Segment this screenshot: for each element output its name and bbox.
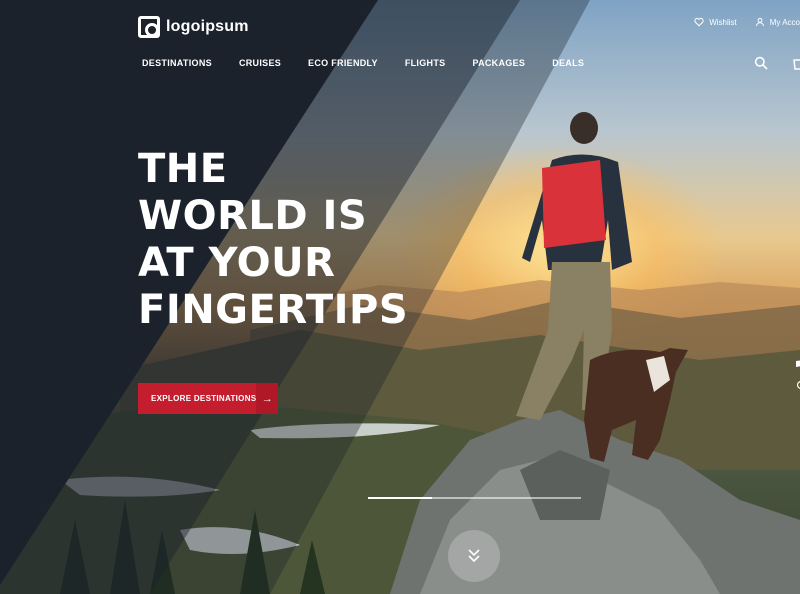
- main-nav: DESTINATIONS CRUISES ECO FRIENDLY FLIGHT…: [142, 58, 611, 68]
- cart-icon: [793, 59, 800, 70]
- double-chevron-down-icon: [468, 549, 480, 563]
- hero-headline: THE WORLD IS AT YOUR FINGERTIPS: [138, 146, 408, 334]
- heart-icon: [694, 17, 704, 27]
- headline-line: WORLD IS: [138, 193, 368, 239]
- wishlist-link[interactable]: Wishlist: [694, 17, 737, 27]
- nav-item-flights[interactable]: FLIGHTS: [405, 58, 446, 68]
- wishlist-label: Wishlist: [709, 17, 737, 27]
- headline-line: FINGERTIPS: [138, 287, 409, 333]
- logo-mark-icon: [138, 16, 160, 38]
- top-links: Wishlist My Acco: [694, 17, 800, 27]
- slider-progress[interactable]: [368, 497, 581, 499]
- headline-line: AT YOUR: [138, 240, 336, 286]
- twitter-icon[interactable]: [796, 355, 800, 367]
- user-icon: [755, 17, 764, 27]
- logo-text: logoipsum: [166, 18, 249, 35]
- arrow-right-icon: →: [256, 383, 278, 414]
- account-label: My Acco: [769, 17, 800, 27]
- headline-line: THE: [138, 146, 228, 192]
- search-button[interactable]: [754, 56, 768, 70]
- nav-item-deals[interactable]: DEALS: [552, 58, 584, 68]
- cart-button[interactable]: [792, 56, 800, 70]
- nav-item-destinations[interactable]: DESTINATIONS: [142, 58, 212, 68]
- logo[interactable]: logoipsum: [138, 16, 249, 38]
- social-links: [796, 355, 800, 389]
- social-circle-icon[interactable]: [796, 377, 800, 389]
- slider-progress-fill: [368, 497, 432, 499]
- explore-destinations-button[interactable]: EXPLORE DESTINATIONS →: [138, 383, 278, 414]
- account-link[interactable]: My Acco: [755, 17, 800, 27]
- cta-label: EXPLORE DESTINATIONS: [151, 394, 257, 403]
- scroll-down-button[interactable]: [448, 530, 500, 582]
- nav-item-cruises[interactable]: CRUISES: [239, 58, 281, 68]
- nav-item-eco-friendly[interactable]: ECO FRIENDLY: [308, 58, 378, 68]
- search-icon: [754, 56, 768, 70]
- nav-item-packages[interactable]: PACKAGES: [472, 58, 525, 68]
